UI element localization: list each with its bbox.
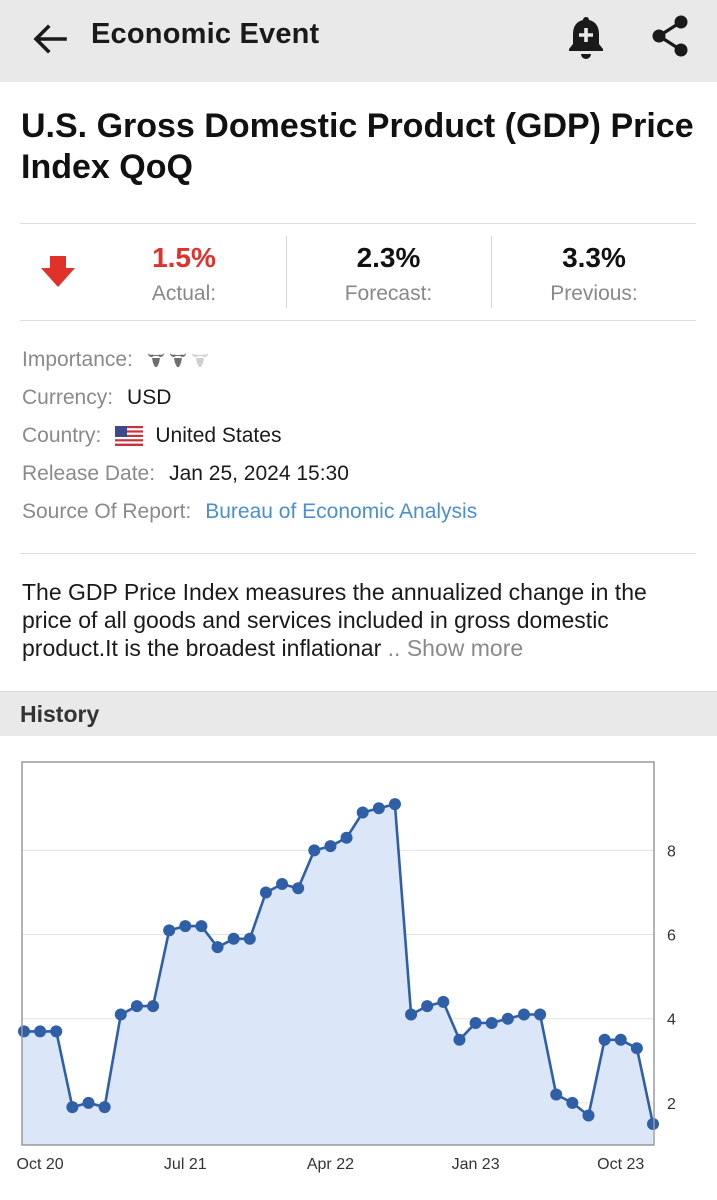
add-alert-button[interactable] [562,12,610,62]
forecast-label: Forecast: [344,282,433,305]
chart-data-point [82,1096,95,1109]
stat-forecast: 2.3% Forecast: [287,224,490,320]
bull-icon [147,353,164,367]
importance-label: Importance: [22,348,133,371]
chart-data-point [211,941,224,954]
chart-data-point [517,1008,530,1021]
stat-previous: 3.3% Previous: [492,224,696,320]
app-bar: Economic Event [0,0,717,82]
chart-data-point [614,1033,627,1046]
chart-data-point [340,831,353,844]
history-section-header: History [0,691,717,736]
chart-data-point [405,1008,418,1021]
y-tick-label: 8 [667,843,676,860]
chart-data-point [324,840,337,853]
chart-data-point [243,932,256,945]
chart-data-point [501,1012,514,1025]
x-tick-label: Jul 21 [164,1156,207,1173]
source-label: Source Of Report: [22,500,192,523]
bell-plus-icon [569,17,603,59]
chart-data-point [259,886,272,899]
event-description: The GDP Price Index measures the annuali… [22,578,698,662]
chart-data-point [566,1096,579,1109]
chart-data-point [356,806,369,819]
forecast-value: 2.3% [356,242,421,273]
chart-data-point [308,844,321,857]
actual-label: Actual: [151,282,217,305]
release-date-label: Release Date: [22,462,156,485]
show-more-link[interactable]: .. Show more [388,635,524,661]
stat-actual: 1.5% Actual: [82,224,286,320]
currency-label: Currency: [22,386,114,409]
history-chart: 2 4 6 8 Oct 20 Jul 21 Apr 22 Jan 23 Oct 23 [17,761,676,1173]
event-stats: 1.5% Actual: 2.3% Forecast: 3.3% Previou… [20,224,696,320]
chart-data-point [227,932,240,945]
chart-data-point [130,1000,143,1013]
chart-data-point [421,1000,434,1013]
y-tick-label: 4 [667,1012,676,1029]
chart-data-point [292,882,305,895]
chart-data-point [550,1088,563,1101]
y-tick-label: 2 [667,1096,676,1113]
x-tick-label: Jan 23 [452,1156,500,1173]
arrow-down-icon [41,256,75,287]
back-button[interactable] [28,17,72,61]
source-row: Source Of Report: Bureau of Economic Ana… [22,497,477,527]
importance-row: Importance: [22,345,209,375]
release-date-value: Jan 25, 2024 15:30 [169,462,349,485]
chart-data-point [598,1033,611,1046]
previous-label: Previous: [550,282,638,305]
currency-row: Currency: USD [22,383,171,413]
chart-data-point [437,995,450,1008]
chart-data-point [114,1008,127,1021]
bull-icon-empty [191,353,208,367]
country-value: United States [155,424,282,447]
importance-rating [147,352,209,368]
description-text: The GDP Price Index measures the annuali… [22,579,647,661]
country-row: Country: United States [22,421,281,451]
chart-data-point [50,1025,63,1038]
previous-value: 3.3% [562,242,626,273]
chart-data-point [66,1101,79,1114]
chart-data-point [163,924,176,937]
chart-data-point [534,1008,547,1021]
chart-data-point [372,802,385,815]
event-title: U.S. Gross Domestic Product (GDP) Price … [21,107,694,186]
x-tick-label: Apr 22 [307,1156,354,1173]
app-bar-title: Economic Event [91,18,320,50]
x-tick-label: Oct 23 [597,1156,644,1173]
chart-data-point [485,1016,498,1029]
chart-data-point [276,878,289,891]
chart-data-point [98,1101,111,1114]
chart-data-point [647,1117,659,1130]
chart-data-point [582,1109,595,1122]
y-tick-label: 6 [667,928,676,945]
release-date-row: Release Date: Jan 25, 2024 15:30 [22,459,349,489]
currency-value: USD [127,386,172,409]
x-tick-label: Oct 20 [17,1156,64,1173]
history-label: History [20,701,100,727]
actual-value: 1.5% [152,242,216,273]
share-button[interactable] [646,12,694,60]
bull-icon [169,353,186,367]
divider [20,320,696,321]
share-icon [652,15,688,57]
chart-data-point [195,920,208,933]
source-link[interactable]: Bureau of Economic Analysis [205,500,477,524]
chart-data-point [453,1033,466,1046]
chart-data-point [147,1000,160,1013]
chart-data-point [179,920,192,933]
us-flag-icon [115,426,144,446]
arrow-left-icon [33,24,67,54]
chart-data-point [34,1025,47,1038]
divider [20,553,696,554]
chart-data-point [630,1042,643,1055]
chart-data-point [18,1025,30,1038]
chart-data-point [469,1016,482,1029]
chart-data-point [388,798,401,811]
country-label: Country: [22,424,102,447]
